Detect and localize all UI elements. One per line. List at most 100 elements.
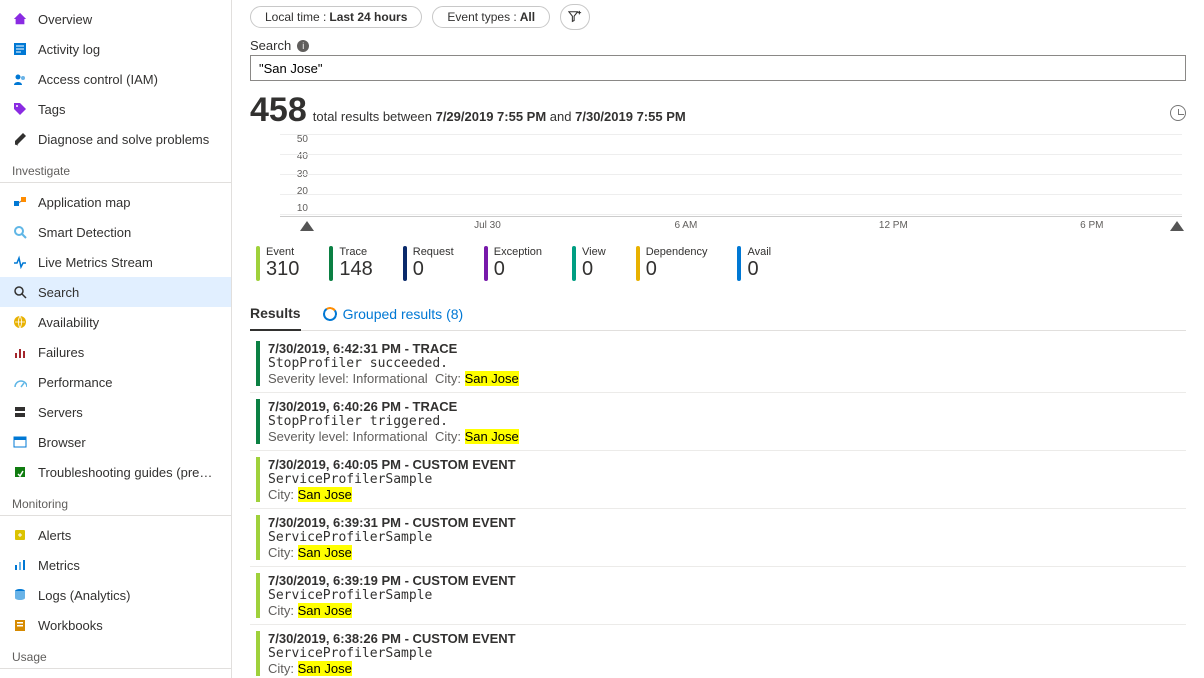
- row-message: StopProfiler triggered.: [268, 414, 1186, 429]
- stat-color-bar: [403, 246, 407, 281]
- nav-label: Alerts: [38, 528, 71, 543]
- stat-event[interactable]: Event310: [256, 246, 299, 281]
- workbooks-icon: [12, 617, 28, 633]
- nav-label: Overview: [38, 12, 92, 27]
- nav-search[interactable]: Search: [0, 277, 231, 307]
- section-monitoring: Monitoring: [0, 487, 231, 516]
- clock-history-icon[interactable]: [1170, 105, 1186, 121]
- performance-icon: [12, 374, 28, 390]
- add-filter-button[interactable]: [560, 4, 590, 30]
- info-icon[interactable]: i: [297, 40, 309, 52]
- totals-end: 7/30/2019 7:55 PM: [575, 109, 686, 124]
- stat-label: Exception: [494, 246, 542, 258]
- result-row[interactable]: 7/30/2019, 6:42:31 PM - TRACE StopProfil…: [250, 335, 1186, 393]
- main-panel[interactable]: Local time : Last 24 hours Event types :…: [232, 0, 1204, 678]
- nav-diagnose-and-solve-problems[interactable]: Diagnose and solve problems: [0, 124, 231, 154]
- smart-detection-icon: [12, 224, 28, 240]
- tags-icon: [12, 101, 28, 117]
- stat-color-bar: [636, 246, 640, 281]
- availability-icon: [12, 314, 28, 330]
- nav-tags[interactable]: Tags: [0, 94, 231, 124]
- totals-between: total results between: [313, 109, 432, 124]
- stat-label: Request: [413, 246, 454, 258]
- highlighted-term: San Jose: [465, 429, 519, 444]
- result-row[interactable]: 7/30/2019, 6:39:19 PM - CUSTOM EVENT Ser…: [250, 567, 1186, 625]
- event-types-prefix: Event types :: [447, 10, 516, 24]
- diagnose-icon: [12, 131, 28, 147]
- result-row[interactable]: 7/30/2019, 6:40:26 PM - TRACE StopProfil…: [250, 393, 1186, 451]
- nav-label: Live Metrics Stream: [38, 255, 153, 270]
- timeline-chart[interactable]: 5040302010 Jul 306 AM12 PM6 PM: [250, 134, 1186, 234]
- nav-browser[interactable]: Browser: [0, 427, 231, 457]
- nav-access-control-iam-[interactable]: Access control (IAM): [0, 64, 231, 94]
- stat-color-bar: [329, 246, 333, 281]
- logs-icon: [12, 587, 28, 603]
- stat-request[interactable]: Request0: [403, 246, 454, 281]
- range-handle-left[interactable]: [300, 221, 314, 231]
- section-investigate: Investigate: [0, 154, 231, 183]
- row-meta: City: San Jose: [268, 603, 1186, 618]
- nav-troubleshooting-guides-pre-[interactable]: Troubleshooting guides (pre…: [0, 457, 231, 487]
- failures-icon: [12, 344, 28, 360]
- range-handle-right[interactable]: [1170, 221, 1184, 231]
- chart-bars[interactable]: [280, 134, 1182, 214]
- browser-icon: [12, 434, 28, 450]
- nav-label: Diagnose and solve problems: [38, 132, 209, 147]
- nav-label: Search: [38, 285, 79, 300]
- stat-color-bar: [737, 246, 741, 281]
- nav-metrics[interactable]: Metrics: [0, 550, 231, 580]
- stat-view[interactable]: View0: [572, 246, 606, 281]
- row-meta: Severity level: Informational City: San …: [268, 429, 1186, 444]
- search-input[interactable]: [250, 55, 1186, 81]
- event-types-value: All: [520, 10, 535, 24]
- totals-and: and: [550, 109, 572, 124]
- grouped-icon: [321, 305, 337, 321]
- stat-exception[interactable]: Exception0: [484, 246, 542, 281]
- nav-alerts[interactable]: Alerts: [0, 520, 231, 550]
- nav-label: Access control (IAM): [38, 72, 158, 87]
- event-types-filter[interactable]: Event types : All: [432, 6, 550, 28]
- row-type-bar: [256, 631, 260, 676]
- nav-application-map[interactable]: Application map: [0, 187, 231, 217]
- result-row[interactable]: 7/30/2019, 6:39:31 PM - CUSTOM EVENT Ser…: [250, 509, 1186, 567]
- tab-grouped-results[interactable]: Grouped results (8): [323, 299, 464, 330]
- troubleshooting-icon: [12, 464, 28, 480]
- stat-label: Avail: [747, 246, 771, 258]
- row-message: ServiceProfilerSample: [268, 646, 1186, 661]
- row-meta: City: San Jose: [268, 487, 1186, 502]
- nav-activity-log[interactable]: Activity log: [0, 34, 231, 64]
- nav-failures[interactable]: Failures: [0, 337, 231, 367]
- nav-label: Tags: [38, 102, 65, 117]
- results-tabs: Results Grouped results (8): [250, 299, 1186, 331]
- nav-smart-detection[interactable]: Smart Detection: [0, 217, 231, 247]
- sidebar[interactable]: Overview Activity log Access control (IAM)…: [0, 0, 232, 678]
- nav-logs-analytics-[interactable]: Logs (Analytics): [0, 580, 231, 610]
- activity-log-icon: [12, 41, 28, 57]
- stat-avail[interactable]: Avail0: [737, 246, 771, 281]
- stat-value: 148: [339, 258, 372, 281]
- result-row[interactable]: 7/30/2019, 6:38:26 PM - CUSTOM EVENT Ser…: [250, 625, 1186, 678]
- nav-live-metrics-stream[interactable]: Live Metrics Stream: [0, 247, 231, 277]
- stat-label: Dependency: [646, 246, 708, 258]
- row-header: 7/30/2019, 6:38:26 PM - CUSTOM EVENT: [268, 631, 1186, 646]
- nav-servers[interactable]: Servers: [0, 397, 231, 427]
- results-list: 7/30/2019, 6:42:31 PM - TRACE StopProfil…: [250, 335, 1186, 678]
- tab-results[interactable]: Results: [250, 299, 301, 331]
- map-icon: [12, 194, 28, 210]
- nav-performance[interactable]: Performance: [0, 367, 231, 397]
- nav-workbooks[interactable]: Workbooks: [0, 610, 231, 640]
- nav-label: Failures: [38, 345, 84, 360]
- stat-value: 0: [747, 258, 771, 281]
- time-range-value: Last 24 hours: [329, 10, 407, 24]
- stat-color-bar: [484, 246, 488, 281]
- row-message: ServiceProfilerSample: [268, 588, 1186, 603]
- nav-label: Troubleshooting guides (pre…: [38, 465, 212, 480]
- result-row[interactable]: 7/30/2019, 6:40:05 PM - CUSTOM EVENT Ser…: [250, 451, 1186, 509]
- stat-value: 0: [413, 258, 454, 281]
- filter-row: Local time : Last 24 hours Event types :…: [250, 0, 1186, 36]
- nav-overview[interactable]: Overview: [0, 4, 231, 34]
- time-range-filter[interactable]: Local time : Last 24 hours: [250, 6, 422, 28]
- nav-availability[interactable]: Availability: [0, 307, 231, 337]
- stat-trace[interactable]: Trace148: [329, 246, 372, 281]
- stat-dependency[interactable]: Dependency0: [636, 246, 708, 281]
